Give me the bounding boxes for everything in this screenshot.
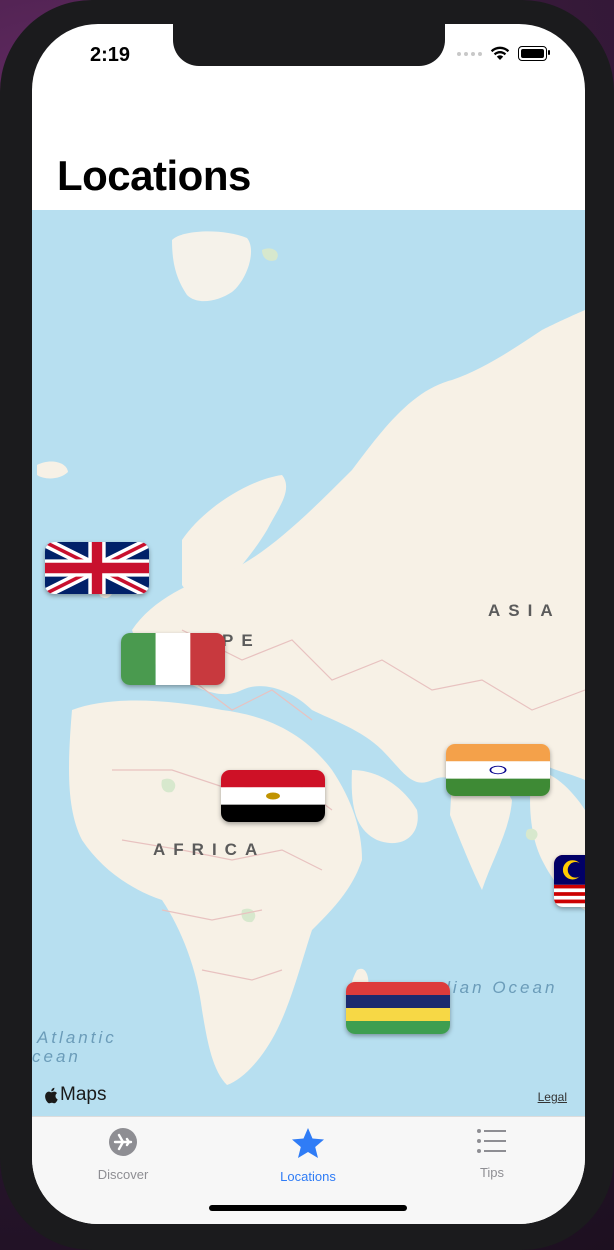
phone-screen: 2:19 Locations ASIA PE AFRICA ndian Ocea… [32,24,585,1224]
label-atlantic-ocean-1: Atlantic [37,1028,117,1047]
flag-marker-egypt[interactable] [221,770,325,822]
signal-icon [457,51,482,56]
tab-discover-label: Discover [97,1167,149,1182]
label-africa: AFRICA [153,840,266,859]
wifi-icon [490,46,510,60]
label-asia: ASIA [488,601,561,620]
star-icon [292,1128,324,1158]
home-indicator [209,1205,407,1211]
maps-attribution: Maps [44,1084,106,1106]
airplane-icon [109,1128,137,1156]
label-atlantic-ocean-2: cean [32,1047,81,1066]
flag-marker-italy[interactable] [121,633,225,685]
tab-tips[interactable]: Tips [432,1127,552,1180]
apple-logo-icon [45,1087,58,1103]
flag-marker-india[interactable] [446,744,550,796]
tab-locations[interactable]: Locations [248,1127,368,1184]
maps-attribution-text: Maps [60,1084,107,1105]
list-icon [477,1129,506,1153]
status-time: 2:19 [90,44,131,66]
flag-marker-mauritius[interactable] [346,982,450,1034]
flag-marker-uk[interactable] [45,542,149,594]
tab-discover[interactable]: Discover [63,1127,183,1182]
tab-tips-label: Tips [479,1165,505,1180]
label-europe: PE [222,631,261,650]
battery-icon [518,46,550,61]
page-title: Locations [57,152,251,199]
notch [173,24,445,66]
map-view[interactable]: ASIA PE AFRICA ndian Ocean Atlantic cean [32,210,585,1116]
status-icons [457,46,550,61]
flag-marker-malaysia[interactable] [554,855,585,907]
legal-link[interactable]: Legal [538,1090,567,1104]
tab-locations-label: Locations [280,1169,336,1184]
